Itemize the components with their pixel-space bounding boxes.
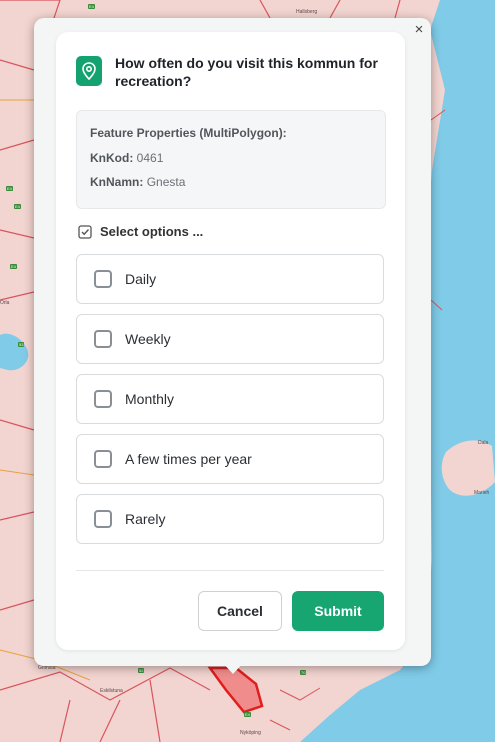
select-options-label: Select options ...	[100, 224, 204, 239]
map-place-label: Hallsberg	[296, 9, 318, 15]
checkbox-list-icon	[78, 224, 92, 239]
map-place-label: Dala	[478, 440, 489, 446]
option-label: Monthly	[125, 391, 175, 407]
road-badge: E4	[244, 712, 251, 717]
submit-button[interactable]: Submit	[292, 591, 384, 631]
map-place-label: Nyköping	[240, 730, 261, 736]
road-badge: 52	[138, 668, 145, 673]
road-badge: 53	[18, 342, 25, 347]
checkbox[interactable]	[94, 270, 112, 288]
checkbox[interactable]	[94, 510, 112, 528]
option-label: Weekly	[125, 331, 171, 347]
checkbox[interactable]	[94, 390, 112, 408]
road-badge: 70	[300, 670, 307, 675]
option-weekly[interactable]: Weekly	[76, 314, 384, 364]
option-label: Rarely	[125, 511, 166, 527]
cancel-button[interactable]: Cancel	[198, 591, 282, 631]
popup-tip	[222, 662, 244, 674]
map-place-label: Orla	[0, 300, 10, 306]
map-place-label: Eskilstuna	[100, 688, 123, 694]
road-badge: E4	[10, 264, 17, 269]
road-badge: E4	[6, 186, 13, 191]
checkbox[interactable]	[94, 330, 112, 348]
property-value: Gnesta	[146, 175, 186, 189]
property-value: 0461	[136, 151, 164, 165]
survey-card: How often do you visit this kommun for r…	[56, 32, 405, 650]
property-key: KnNamn:	[90, 175, 144, 189]
select-options-header: Select options ...	[78, 224, 203, 239]
property-key: KnKod:	[90, 151, 134, 165]
property-row-knnamn: KnNamn: Gnesta	[90, 175, 185, 189]
option-rarely[interactable]: Rarely	[76, 494, 384, 544]
checkbox[interactable]	[94, 450, 112, 468]
option-monthly[interactable]: Monthly	[76, 374, 384, 424]
question-title: How often do you visit this kommun for r…	[115, 55, 378, 89]
road-badge: E4	[88, 4, 95, 9]
properties-heading: Feature Properties (MultiPolygon):	[90, 126, 287, 140]
option-daily[interactable]: Daily	[76, 254, 384, 304]
option-label: Daily	[125, 271, 157, 287]
location-pin-icon	[76, 56, 102, 86]
option-label: A few times per year	[125, 451, 252, 467]
close-button[interactable]: ×	[411, 22, 427, 38]
road-badge: E4	[14, 204, 21, 209]
option-few-times-per-year[interactable]: A few times per year	[76, 434, 384, 484]
property-row-knkod: KnKod: 0461	[90, 151, 163, 165]
divider	[76, 570, 384, 571]
feature-properties-box: Feature Properties (MultiPolygon): KnKod…	[76, 110, 386, 209]
map-place-label: Marieh	[474, 490, 490, 496]
